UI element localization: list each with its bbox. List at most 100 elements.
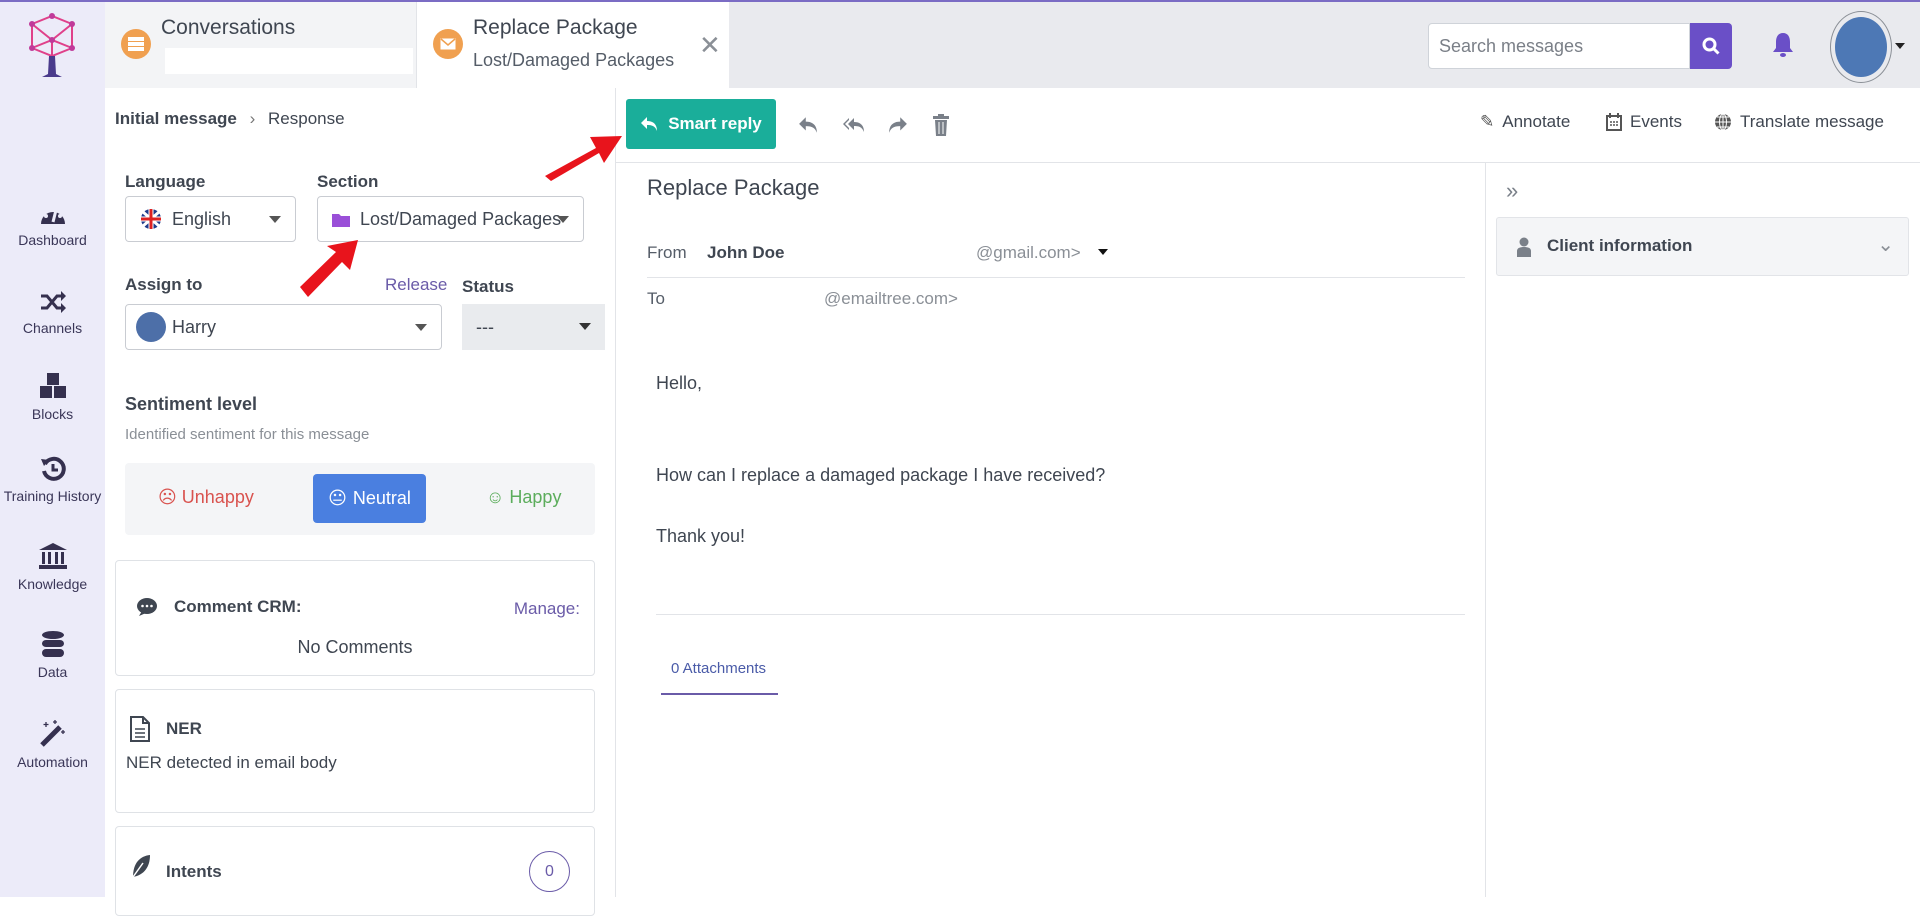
release-link[interactable]: Release — [385, 275, 447, 295]
sentiment-label: Unhappy — [181, 487, 254, 507]
tab-replace-package[interactable]: Replace Package Lost/Damaged Packages ✕ — [417, 2, 729, 88]
body-line: How can I replace a damaged package I ha… — [656, 465, 1106, 485]
nav-data[interactable]: Data — [0, 630, 105, 680]
from-label: From — [647, 243, 687, 262]
chevron-down-icon: ⌄ — [1877, 234, 1894, 256]
nav-label: Automation — [17, 754, 88, 770]
shuffle-icon — [40, 291, 66, 313]
body-line: Thank you! — [656, 526, 746, 546]
sentiment-selector: ☹ Unhappy 😐︎ Neutral ☺ Happy — [125, 463, 595, 535]
smart-reply-button[interactable]: Smart reply — [626, 99, 776, 149]
section-label: Section — [317, 172, 379, 191]
header-divider — [647, 277, 1465, 278]
no-comments-text: No Comments — [297, 637, 413, 657]
nav-knowledge[interactable]: Knowledge — [0, 542, 105, 592]
nav-label: Data — [37, 664, 68, 680]
events-button[interactable]: Events — [1606, 112, 1682, 132]
bell-icon[interactable] — [1772, 31, 1794, 59]
toolbar-divider — [616, 162, 1920, 163]
sentiment-label: Neutral — [352, 488, 411, 508]
assignee-value: Harry — [172, 316, 216, 337]
chevron-down-icon — [415, 324, 427, 331]
attachments-tab-underline — [661, 693, 778, 695]
pencil-icon: ✎ — [1480, 112, 1495, 131]
avatar-dropdown-caret[interactable] — [1895, 43, 1905, 49]
chevron-down-icon — [557, 216, 569, 223]
section-value: Lost/Damaged Packages — [360, 208, 562, 229]
breadcrumb-initial-message[interactable]: Initial message — [115, 109, 237, 128]
annotate-button[interactable]: ✎ Annotate — [1480, 112, 1570, 132]
cubes-icon — [39, 373, 66, 398]
chevron-down-icon — [269, 216, 281, 223]
comment-icon — [137, 598, 157, 616]
globe-icon — [1715, 113, 1731, 131]
calendar-icon — [1606, 113, 1622, 131]
dashboard-gauge-icon — [40, 206, 65, 224]
nav-automation[interactable]: Automation — [0, 718, 105, 770]
email-subject: Replace Package — [647, 175, 820, 200]
bank-icon — [38, 543, 67, 569]
app-logo[interactable] — [22, 12, 82, 78]
right-panel-divider — [1485, 162, 1486, 897]
assign-to-label: Assign to — [125, 275, 203, 294]
sentiment-neutral[interactable]: 😐︎ Neutral — [313, 474, 426, 523]
search-icon — [1702, 37, 1720, 55]
close-tab-icon[interactable]: ✕ — [699, 30, 721, 61]
tab-conversations[interactable]: Conversations — [105, 2, 417, 88]
translate-message-button[interactable]: Translate message — [1714, 112, 1884, 132]
intents-card: Intents 0 — [115, 826, 595, 916]
sender-details-caret[interactable] — [1098, 249, 1108, 255]
ner-text: NER detected in email body — [126, 753, 337, 772]
status-select[interactable]: --- — [462, 304, 605, 350]
sentiment-title: Sentiment level — [125, 394, 258, 414]
manage-comments-link[interactable]: Manage: — [514, 599, 580, 619]
leaf-icon — [132, 855, 150, 878]
client-information-accordion[interactable]: Client information ⌄ — [1496, 217, 1909, 276]
language-select[interactable]: English — [125, 196, 296, 242]
to-email: @emailtree.com> — [824, 289, 958, 308]
collapse-panel-icon[interactable]: » — [1506, 178, 1518, 204]
breadcrumb-chevron-icon: › — [249, 109, 256, 128]
annotate-label: Annotate — [1502, 112, 1571, 131]
body-line: Hello, — [656, 373, 703, 393]
breadcrumb-response: Response — [268, 109, 345, 128]
reply-all-icon[interactable] — [843, 116, 865, 134]
sentiment-happy[interactable]: ☺ Happy — [486, 487, 561, 508]
uk-flag-icon — [141, 209, 161, 229]
forward-icon[interactable] — [888, 116, 908, 134]
nav-label: Knowledge — [17, 576, 88, 592]
user-avatar[interactable] — [1830, 11, 1892, 83]
trash-icon[interactable] — [933, 114, 949, 136]
assignee-select[interactable]: Harry — [125, 304, 442, 350]
search-input[interactable] — [1428, 23, 1690, 69]
folder-icon — [332, 213, 350, 227]
nav-label: Dashboard — [18, 232, 87, 248]
sentiment-label: Happy — [509, 487, 562, 507]
nav-channels[interactable]: Channels — [0, 290, 105, 336]
magic-wand-icon — [39, 720, 65, 747]
section-select[interactable]: Lost/Damaged Packages — [317, 196, 584, 242]
nav-blocks[interactable]: Blocks — [0, 372, 105, 422]
attachments-tab[interactable]: 0 Attachments — [671, 660, 766, 677]
smart-reply-label: Smart reply — [668, 114, 762, 133]
database-icon — [41, 631, 64, 657]
tab-subtitle: Lost/Damaged Packages — [473, 50, 675, 70]
frown-icon: ☹ — [158, 487, 177, 507]
search-button[interactable] — [1690, 23, 1732, 69]
smile-icon: ☺ — [486, 487, 505, 507]
breadcrumb: Initial message › Response — [115, 109, 345, 129]
redacted-subtitle — [165, 48, 413, 74]
language-value: English — [172, 208, 232, 229]
status-value: --- — [476, 316, 494, 337]
nav-dashboard[interactable]: Dashboard — [0, 202, 105, 248]
nav-training-history[interactable]: Training History — [0, 456, 105, 504]
nav-label: Blocks — [31, 406, 74, 422]
nav-label: Channels — [22, 320, 83, 336]
assignee-avatar — [136, 312, 166, 342]
from-email: @gmail.com> — [976, 243, 1081, 262]
sentiment-unhappy[interactable]: ☹ Unhappy — [158, 487, 254, 508]
reply-icon[interactable] — [798, 116, 818, 134]
from-name: John Doe — [707, 243, 785, 262]
comment-crm-card: Comment CRM: Manage: No Comments — [115, 560, 595, 676]
neutral-face-icon: 😐︎ — [328, 488, 347, 508]
